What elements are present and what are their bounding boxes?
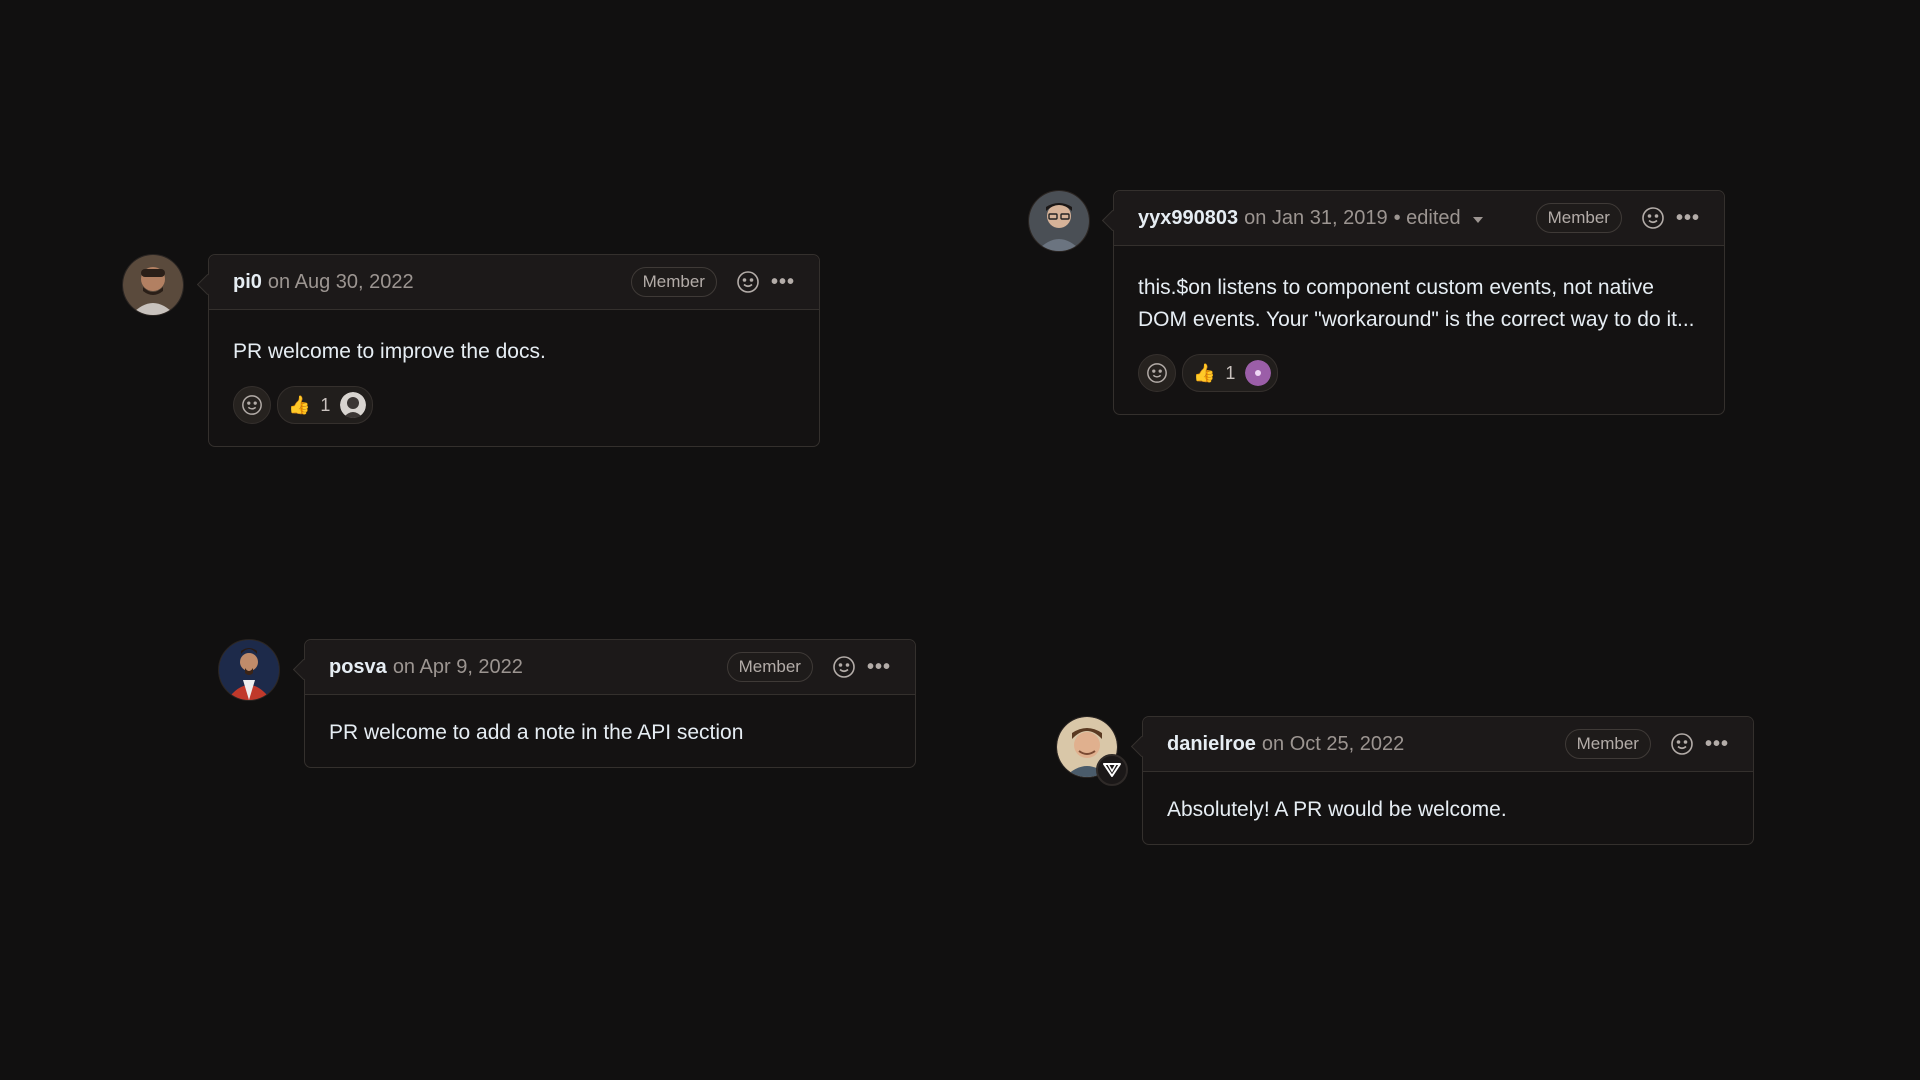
reactions-bar: 👍 1 <box>1138 354 1700 392</box>
edited-dropdown[interactable]: • edited <box>1394 207 1461 230</box>
more-options-icon[interactable]: ••• <box>1705 734 1729 754</box>
reactions-bar: 👍 1 <box>233 386 795 424</box>
add-reaction-button[interactable] <box>1138 354 1176 392</box>
avatar[interactable] <box>1028 190 1090 252</box>
add-reaction-button[interactable] <box>233 386 271 424</box>
comment-header: posva on Apr 9, 2022 Member ••• <box>305 640 915 695</box>
comment-body: this.$on listens to component custom eve… <box>1114 246 1724 414</box>
comment-header: danielroe on Oct 25, 2022 Member ••• <box>1143 717 1753 772</box>
more-options-icon[interactable]: ••• <box>867 657 891 677</box>
more-options-icon[interactable]: ••• <box>1676 208 1700 228</box>
smiley-icon[interactable] <box>831 654 857 680</box>
comment-date[interactable]: on Apr 9, 2022 <box>393 656 523 679</box>
thumbs-up-reaction[interactable]: 👍 1 <box>1182 354 1279 392</box>
comment-header: pi0 on Aug 30, 2022 Member ••• <box>209 255 819 310</box>
comment-body: Absolutely! A PR would be welcome. <box>1143 772 1753 844</box>
comment-card: yyx990803 on Jan 31, 2019 • edited Membe… <box>1113 190 1725 415</box>
comment-text: Absolutely! A PR would be welcome. <box>1167 798 1507 821</box>
author-name[interactable]: danielroe <box>1167 733 1256 756</box>
reactor-avatar <box>340 392 367 418</box>
reaction-count: 1 <box>1225 363 1236 383</box>
smiley-icon[interactable] <box>1669 731 1695 757</box>
comment-date[interactable]: on Aug 30, 2022 <box>268 271 414 294</box>
smiley-icon[interactable] <box>1640 205 1666 231</box>
smiley-icon[interactable] <box>735 269 761 295</box>
reaction-count: 1 <box>320 395 331 415</box>
comment-text: PR welcome to add a note in the API sect… <box>329 721 744 744</box>
comment-body: PR welcome to add a note in the API sect… <box>305 695 915 767</box>
comment-card: danielroe on Oct 25, 2022 Member ••• Abs… <box>1142 716 1754 845</box>
avatar[interactable] <box>218 639 280 701</box>
comment-text-line-2: DOM events. Your "workaround" is the cor… <box>1138 308 1695 331</box>
thumbs-up-icon: 👍 <box>1193 363 1216 383</box>
comment-text-line-1: this.$on listens to component custom eve… <box>1138 276 1654 299</box>
comment-header: yyx990803 on Jan 31, 2019 • edited Membe… <box>1114 191 1724 246</box>
author-name[interactable]: yyx990803 <box>1138 207 1238 230</box>
comment-card: posva on Apr 9, 2022 Member ••• PR welco… <box>304 639 916 768</box>
comment-text: PR welcome to improve the docs. <box>233 340 546 363</box>
member-badge: Member <box>1535 203 1622 233</box>
author-name[interactable]: posva <box>329 656 387 679</box>
comment-date[interactable]: on Oct 25, 2022 <box>1262 733 1404 756</box>
comment-body: PR welcome to improve the docs. 👍 1 <box>209 310 819 446</box>
nuxt-badge-icon <box>1096 754 1128 786</box>
comment-card: pi0 on Aug 30, 2022 Member ••• PR welcom… <box>208 254 820 447</box>
reactor-avatar <box>1245 360 1272 386</box>
thumbs-up-reaction[interactable]: 👍 1 <box>277 386 374 424</box>
member-badge: Member <box>1564 729 1651 759</box>
member-badge: Member <box>630 267 717 297</box>
comment-date[interactable]: on Jan 31, 2019 <box>1244 207 1387 230</box>
more-options-icon[interactable]: ••• <box>771 272 795 292</box>
thumbs-up-icon: 👍 <box>288 395 311 415</box>
avatar[interactable] <box>122 254 184 316</box>
member-badge: Member <box>726 652 813 682</box>
chevron-down-icon[interactable] <box>1472 217 1483 223</box>
author-name[interactable]: pi0 <box>233 271 262 294</box>
